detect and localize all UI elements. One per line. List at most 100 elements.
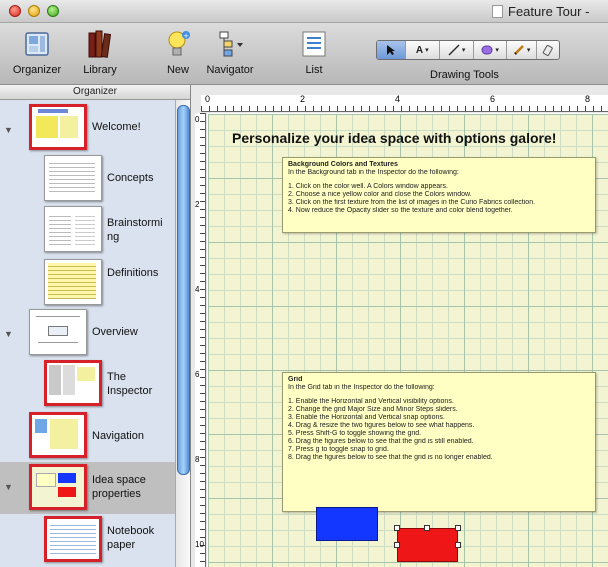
note-title: Grid bbox=[288, 376, 303, 383]
ruler-label: 4 bbox=[395, 94, 401, 104]
drawing-tools-label: Drawing Tools bbox=[430, 69, 499, 81]
minimize-window-button[interactable] bbox=[28, 5, 40, 17]
note-line: 8. Drag the figures below to see that th… bbox=[288, 454, 493, 461]
organizer-sidebar: Organizer ▼ Welcome! Concepts Brainstorm… bbox=[0, 85, 191, 567]
resize-handle[interactable] bbox=[424, 525, 430, 531]
note-line: 4. Drag & resize the two figures below t… bbox=[288, 422, 475, 429]
note-title: Background Colors and Textures bbox=[288, 161, 398, 168]
sidebar-item-label: Concepts bbox=[107, 172, 154, 184]
page-thumbnail bbox=[44, 259, 102, 305]
sidebar-item-label: Definitions bbox=[107, 267, 159, 279]
note-line: In the Background tab in the Inspector d… bbox=[288, 169, 459, 176]
close-window-button[interactable] bbox=[9, 5, 21, 17]
page-thumbnail bbox=[44, 516, 102, 562]
text-tool-icon: A bbox=[415, 44, 424, 56]
resize-handle[interactable] bbox=[394, 525, 400, 531]
note-line: 3. Click on the first texture from the l… bbox=[288, 199, 536, 206]
note-line: 5. Press Shift-G to toggle showing the g… bbox=[288, 430, 422, 437]
navigator-icon bbox=[213, 28, 247, 60]
new-button[interactable]: + New bbox=[160, 28, 196, 76]
navigator-button[interactable]: Navigator bbox=[202, 28, 258, 76]
background-colors-note[interactable]: Background Colors and Textures In the Ba… bbox=[282, 157, 596, 233]
horizontal-ruler: 0 2 4 6 8 bbox=[191, 85, 608, 113]
sidebar-item-navigation[interactable]: Navigation bbox=[0, 410, 175, 462]
note-line: In the Grid tab in the Inspector do the … bbox=[288, 384, 435, 391]
note-line: 4. Now reduce the Opacity slider so the … bbox=[288, 207, 513, 214]
disclosure-triangle-icon[interactable]: ▼ bbox=[4, 329, 13, 339]
chevron-down-icon: ▾ bbox=[425, 47, 429, 54]
shape-icon bbox=[481, 45, 493, 55]
lightbulb-icon: + bbox=[161, 28, 195, 60]
sidebar-item-label: Notebook paper bbox=[107, 525, 155, 551]
sidebar-item-concepts[interactable]: Concepts bbox=[0, 152, 175, 203]
toolbar: Organizer Library + New Navigator List A… bbox=[0, 23, 608, 85]
disclosure-triangle-icon[interactable]: ▼ bbox=[4, 125, 13, 135]
ruler-label: 2 bbox=[300, 94, 306, 104]
pencil-icon bbox=[513, 45, 524, 55]
list-icon bbox=[297, 28, 331, 60]
page-thumbnail bbox=[44, 360, 102, 406]
resize-handle[interactable] bbox=[394, 542, 400, 548]
sidebar-item-label: Brainstormi ng bbox=[107, 217, 163, 243]
ruler-label: 6 bbox=[490, 94, 496, 104]
eraser-tool[interactable] bbox=[537, 41, 559, 59]
note-line: 6. Drag the figures below to see that th… bbox=[288, 438, 474, 445]
disclosure-triangle-icon[interactable]: ▼ bbox=[4, 482, 13, 492]
note-line: 2. Choose a nice yellow color and close … bbox=[288, 191, 472, 198]
line-icon bbox=[448, 44, 460, 56]
note-line: 7. Press g to toggle snap to grid. bbox=[288, 446, 389, 453]
note-line: 2. Change the grid Major Size and Minor … bbox=[288, 406, 458, 413]
ruler-scale: 0 2 4 6 8 10 bbox=[195, 113, 206, 567]
shape-tool[interactable]: ▾ bbox=[474, 41, 507, 59]
ruler-label: 4 bbox=[195, 285, 200, 294]
organizer-button[interactable]: Organizer bbox=[12, 28, 62, 76]
note-line: 3. Enable the Horizontal and Vertical sn… bbox=[288, 414, 445, 421]
scrollbar-thumb[interactable] bbox=[177, 105, 190, 475]
idea-space-heading[interactable]: Personalize your idea space with options… bbox=[232, 130, 556, 146]
blue-rectangle-figure[interactable] bbox=[316, 507, 378, 541]
red-rectangle-figure[interactable] bbox=[394, 525, 461, 562]
pencil-tool[interactable]: ▾ bbox=[507, 41, 538, 59]
sidebar-item-label: Welcome! bbox=[92, 121, 141, 133]
page-thumbnail bbox=[29, 412, 87, 458]
organizer-icon bbox=[20, 28, 54, 60]
sidebar-item-overview[interactable]: ▼ Overview bbox=[0, 304, 175, 364]
title-bar: Feature Tour - bbox=[0, 0, 608, 23]
sidebar-scrollbar[interactable] bbox=[175, 100, 190, 567]
sidebar-item-notebook-paper[interactable]: Notebook paper bbox=[0, 514, 175, 567]
note-line: 1. Click on the color well. A Colors win… bbox=[288, 183, 448, 190]
vertical-ruler: 0 2 4 6 8 10 bbox=[191, 113, 207, 567]
library-books-icon bbox=[83, 28, 117, 60]
arrow-select-tool[interactable] bbox=[377, 41, 406, 59]
sidebar-item-brainstorming[interactable]: Brainstormi ng bbox=[0, 204, 175, 256]
sidebar-item-label: The Inspector bbox=[107, 371, 153, 397]
navigator-label: Navigator bbox=[206, 64, 254, 76]
page-thumbnail bbox=[44, 206, 102, 252]
line-tool[interactable]: ▾ bbox=[440, 41, 475, 59]
ruler-label: 0 bbox=[195, 115, 200, 124]
sidebar-item-label: Idea space properties bbox=[92, 474, 146, 500]
ruler-label: 2 bbox=[195, 200, 200, 209]
resize-handle[interactable] bbox=[455, 542, 461, 548]
ruler-scale: 0 2 4 6 8 bbox=[201, 94, 608, 112]
ruler-label: 8 bbox=[195, 455, 200, 464]
grid-note[interactable]: Grid In the Grid tab in the Inspector do… bbox=[282, 372, 596, 512]
list-button[interactable]: List bbox=[296, 28, 332, 76]
ruler-label: 0 bbox=[205, 94, 211, 104]
page-thumbnail bbox=[29, 309, 87, 355]
sidebar-item-label: Overview bbox=[92, 326, 138, 338]
library-button[interactable]: Library bbox=[76, 28, 124, 76]
zoom-window-button[interactable] bbox=[47, 5, 59, 17]
chevron-down-icon: ▾ bbox=[461, 47, 466, 54]
sidebar-item-idea-space-properties[interactable]: ▼ Idea space properties bbox=[0, 462, 175, 514]
organizer-header: Organizer bbox=[0, 85, 190, 100]
sidebar-item-label: Navigation bbox=[92, 430, 144, 442]
resize-handle[interactable] bbox=[455, 525, 461, 531]
ruler-label: 8 bbox=[585, 94, 591, 104]
page-thumbnail bbox=[44, 155, 102, 201]
sidebar-item-definitions[interactable]: Definitions bbox=[0, 256, 175, 310]
text-tool[interactable]: A ▾ bbox=[406, 41, 440, 59]
sidebar-item-the-inspector[interactable]: The Inspector bbox=[0, 358, 175, 414]
list-label: List bbox=[305, 64, 323, 76]
pointer-icon bbox=[386, 45, 395, 55]
